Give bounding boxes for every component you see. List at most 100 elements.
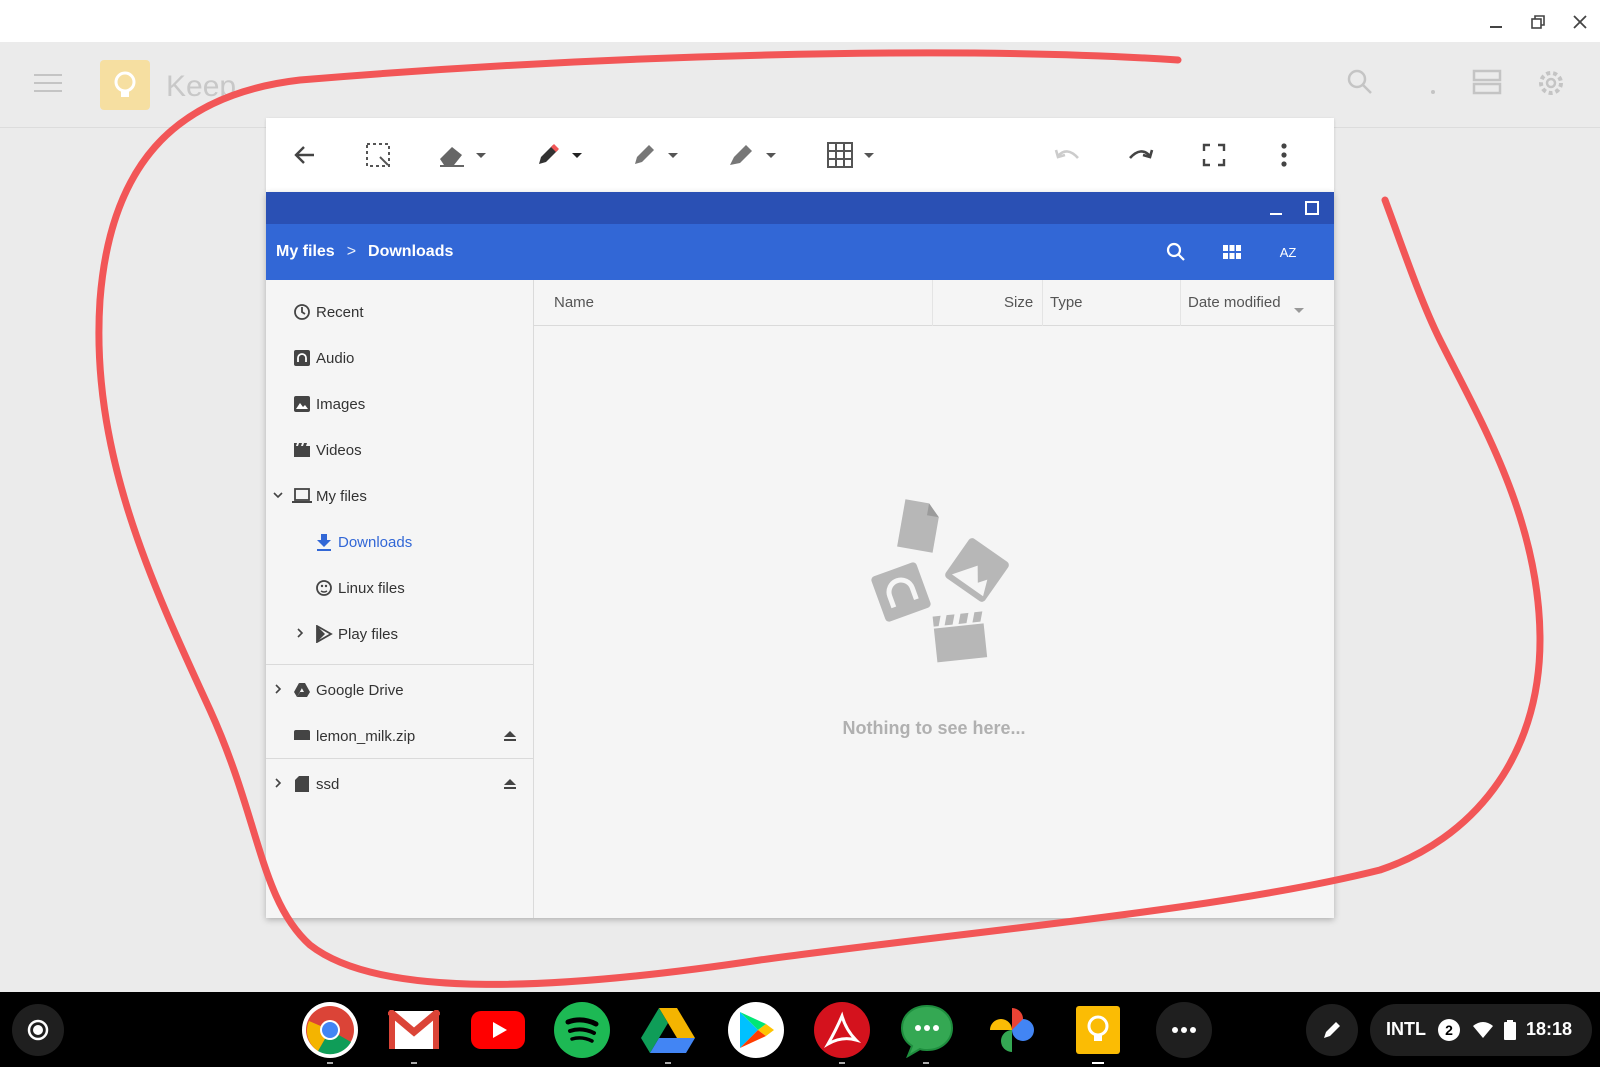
minimize-window-button[interactable] [1482, 8, 1510, 36]
archive-icon [292, 726, 312, 746]
breadcrumb-my-files[interactable]: My files [276, 243, 335, 261]
keep-title: Keep [166, 70, 237, 103]
highlighter-tool-button[interactable] [726, 136, 776, 174]
column-date-modified[interactable]: Date modified [1188, 294, 1281, 311]
files-search-button[interactable] [1164, 240, 1188, 264]
list-view-icon[interactable] [1472, 68, 1502, 101]
grid-tool-button[interactable] [826, 136, 874, 174]
column-name[interactable]: Name [554, 294, 594, 311]
more-options-button[interactable] [1280, 136, 1288, 174]
nav-label: My files [316, 487, 367, 505]
spotify-icon [565, 1017, 599, 1043]
chevron-right-icon[interactable] [272, 777, 286, 791]
highlighter-dropdown-icon[interactable] [766, 152, 776, 158]
more-apps-button[interactable] [1156, 1002, 1212, 1058]
nav-item-images[interactable]: Images [266, 382, 534, 426]
stylus-tools-button[interactable] [1306, 1004, 1358, 1056]
eraser-dropdown-icon[interactable] [476, 152, 486, 158]
marker-dropdown-icon[interactable] [572, 152, 582, 158]
google-photos-app[interactable] [984, 1002, 1040, 1058]
chevron-down-icon[interactable] [272, 489, 286, 503]
column-size[interactable]: Size [1004, 294, 1033, 311]
fullscreen-button[interactable] [1202, 136, 1226, 174]
annotation-toolbar [266, 118, 1334, 192]
sort-arrow-icon [1294, 301, 1304, 318]
nav-item-linux-files[interactable]: Linux files [266, 566, 534, 610]
grid-dropdown-icon[interactable] [864, 152, 874, 158]
download-icon [314, 532, 334, 552]
eraser-tool-button[interactable] [436, 136, 486, 174]
marker-icon [539, 144, 559, 164]
nav-item-videos[interactable]: Videos [266, 428, 534, 472]
nav-label: Downloads [338, 533, 413, 551]
grid-view-button[interactable] [1220, 240, 1244, 264]
column-separator [932, 280, 933, 326]
files-title-bar [266, 192, 1334, 224]
pen-dropdown-icon[interactable] [668, 152, 678, 158]
files-minimize-button[interactable] [1266, 198, 1286, 218]
close-window-button[interactable] [1566, 8, 1594, 36]
audio-file-icon [871, 562, 931, 622]
column-type[interactable]: Type [1050, 294, 1083, 311]
messages-app[interactable] [898, 1002, 954, 1064]
chevron-right-icon[interactable] [294, 627, 308, 641]
running-indicator [923, 1062, 929, 1064]
select-tool-button[interactable] [364, 136, 392, 174]
launcher-button[interactable] [12, 1004, 64, 1056]
marker-tool-button[interactable] [534, 136, 582, 174]
nav-item-downloads[interactable]: Downloads [266, 520, 534, 564]
empty-state-message: Nothing to see here... [842, 718, 1026, 738]
gmail-app[interactable] [386, 1002, 442, 1064]
linux-icon [314, 578, 334, 598]
acrobat-app[interactable] [814, 1002, 870, 1064]
keep-app[interactable] [1070, 1002, 1126, 1064]
play-store-app[interactable] [728, 1002, 784, 1058]
eject-icon[interactable] [502, 729, 518, 743]
back-button[interactable] [292, 136, 318, 174]
maximize-icon [1305, 201, 1319, 215]
marquee-select-icon [366, 143, 390, 167]
status-tray[interactable]: INTL 2 18:18 [1370, 1004, 1592, 1056]
eject-icon[interactable] [502, 777, 518, 791]
pen-tool-button[interactable] [630, 136, 678, 174]
nav-item-google-drive[interactable]: Google Drive [266, 668, 534, 712]
files-maximize-button[interactable] [1302, 198, 1322, 218]
nav-item-play-files[interactable]: Play files [266, 612, 534, 656]
sort-button[interactable]: AZ [1276, 240, 1300, 264]
clock-time: 18:18 [1526, 1019, 1573, 1039]
eraser-icon [440, 147, 464, 167]
restore-window-button[interactable] [1524, 8, 1552, 36]
minimize-icon [1270, 213, 1282, 215]
keep-logo [100, 60, 150, 110]
nav-item-recent[interactable]: Recent [266, 290, 534, 334]
chrome-app[interactable] [302, 1002, 358, 1064]
nav-divider [266, 664, 534, 665]
spotify-app[interactable] [554, 1002, 610, 1058]
wifi-icon [1473, 1022, 1493, 1038]
undo-button[interactable] [1052, 136, 1082, 174]
video-file-icon [932, 611, 988, 663]
settings-icon[interactable] [1536, 68, 1566, 103]
nav-label: ssd [316, 775, 340, 793]
redo-button[interactable] [1126, 136, 1156, 174]
nav-label: Linux files [338, 579, 405, 597]
nav-item-audio[interactable]: Audio [266, 336, 534, 380]
breadcrumb-downloads[interactable]: Downloads [368, 243, 453, 261]
chevron-right-icon[interactable] [272, 683, 286, 697]
close-icon [1573, 15, 1587, 29]
youtube-app[interactable] [470, 1002, 526, 1058]
running-indicator [1092, 1062, 1104, 1064]
nav-item-lemon-milk-zip[interactable]: lemon_milk.zip [266, 714, 534, 758]
fullscreen-icon [1202, 143, 1226, 167]
stylus-icon [1324, 1022, 1340, 1038]
menu-icon[interactable] [34, 74, 62, 94]
search-icon[interactable] [1346, 68, 1374, 101]
highlighter-icon [730, 145, 752, 165]
nav-item-ssd[interactable]: ssd [266, 762, 534, 806]
nav-item-my-files[interactable]: My files [266, 474, 534, 518]
google-drive-app[interactable] [640, 1002, 696, 1064]
launcher-circle-icon [27, 1019, 49, 1041]
running-indicator [665, 1062, 671, 1064]
drive-icon [292, 680, 312, 700]
shelf: INTL 2 18:18 [0, 992, 1600, 1067]
